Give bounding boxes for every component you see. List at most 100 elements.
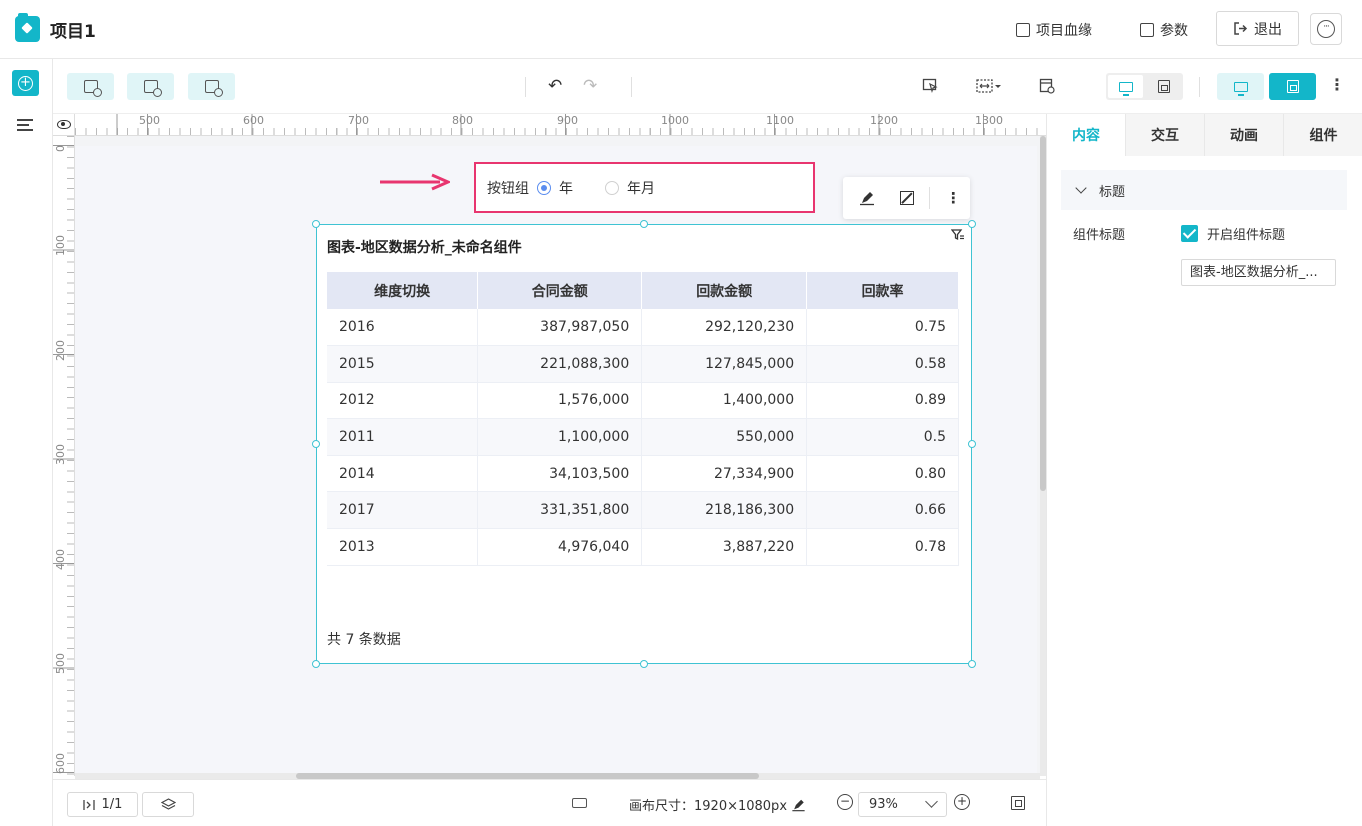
- add-table-icon: [204, 80, 223, 97]
- filter-icon[interactable]: [951, 229, 965, 241]
- data-table: 维度切换 合同金额 回款金额 回款率 2016 387,987,050 292,…: [327, 272, 959, 566]
- edit-widget-button[interactable]: [850, 181, 883, 215]
- radio-label: 年: [559, 180, 573, 197]
- tab-content[interactable]: 内容: [1047, 114, 1126, 156]
- redo-icon[interactable]: ↷: [583, 77, 597, 95]
- app-header: 项目1 项目血缘 参数 退出 ···: [0, 0, 1362, 59]
- ruler-tick-label: 500: [139, 114, 160, 127]
- title-input[interactable]: 图表-地区数据分析_...: [1181, 259, 1336, 286]
- select-cursor-icon[interactable]: [922, 78, 938, 94]
- radio-label: 年月: [627, 180, 655, 197]
- checkbox-checked-icon: [1181, 225, 1198, 242]
- add-chart-button[interactable]: [67, 73, 114, 100]
- exit-button[interactable]: 退出: [1216, 11, 1299, 46]
- resize-handle[interactable]: [312, 660, 320, 668]
- tab-animation[interactable]: 动画: [1205, 114, 1284, 156]
- align-distribute-icon[interactable]: [976, 79, 1002, 93]
- params-label: 参数: [1160, 23, 1188, 39]
- undo-icon[interactable]: ↶: [548, 77, 562, 95]
- fullscreen-button[interactable]: [890, 181, 923, 215]
- table-cell: 34,103,500: [477, 455, 643, 493]
- more-options-button[interactable]: ···: [1310, 13, 1342, 45]
- vertical-ruler: 0 100 200 300 400 500 600: [53, 136, 75, 776]
- table-cell: 387,987,050: [477, 309, 643, 347]
- preview-button[interactable]: [1217, 73, 1264, 100]
- tab-component[interactable]: 组件: [1284, 114, 1362, 156]
- radio-unchecked-icon: [605, 180, 619, 195]
- edit-brush-icon: [859, 192, 874, 206]
- toolbar-more-icon[interactable]: ⋮: [1329, 77, 1345, 93]
- radio-option-year-month[interactable]: 年月: [605, 178, 655, 198]
- plus-circle-icon: +: [18, 75, 33, 91]
- toolbar-divider: [525, 77, 526, 97]
- ruler-tick-label: 900: [557, 114, 578, 127]
- widget-floating-toolbar: ⋮: [843, 177, 970, 219]
- editor-toolbar: ↶ ↷ ⋮: [53, 59, 1362, 114]
- column-header[interactable]: 维度切换: [327, 272, 479, 309]
- table-cell: 2013: [327, 528, 479, 566]
- column-header[interactable]: 合同金额: [477, 272, 643, 309]
- table-cell: 0.80: [806, 455, 959, 493]
- column-header[interactable]: 回款金额: [641, 272, 808, 309]
- ruler-tick-label: 200: [54, 340, 67, 361]
- table-cell: 0.78: [806, 528, 959, 566]
- tab-interaction[interactable]: 交互: [1126, 114, 1205, 156]
- zoom-out-icon[interactable]: −: [837, 794, 853, 810]
- resize-handle[interactable]: [640, 220, 648, 228]
- zoom-in-icon[interactable]: +: [954, 794, 970, 810]
- mobile-view-button[interactable]: [1146, 75, 1181, 98]
- radio-checked-icon: [537, 180, 551, 195]
- row-count-text: 共 7 条数据: [327, 632, 401, 648]
- title-section-header[interactable]: 标题: [1061, 170, 1347, 210]
- resize-handle[interactable]: [640, 660, 648, 668]
- ruler-visibility-toggle[interactable]: [53, 114, 75, 136]
- table-cell: 4,976,040: [477, 528, 643, 566]
- exit-icon: [1234, 22, 1248, 35]
- outline-list-icon[interactable]: [17, 119, 33, 133]
- resize-handle[interactable]: [968, 440, 976, 448]
- table-row: 2012 1,576,000 1,400,000 0.89: [327, 382, 959, 420]
- add-table-button[interactable]: [188, 73, 235, 100]
- table-cell: 550,000: [641, 418, 808, 456]
- enable-title-checkbox[interactable]: 开启组件标题: [1181, 224, 1285, 243]
- edit-canvas-size-icon: [792, 799, 805, 811]
- add-filter-icon: [143, 80, 162, 97]
- table-widget[interactable]: 图表-地区数据分析_未命名组件 维度切换 合同金额 回款金额 回款率 2016 …: [312, 220, 976, 668]
- eye-icon: [56, 120, 71, 129]
- column-header[interactable]: 回款率: [806, 272, 959, 309]
- table-cell: 0.89: [806, 382, 959, 420]
- params-button[interactable]: 参数: [1140, 20, 1188, 40]
- table-cell: 2011: [327, 418, 479, 456]
- ruler-tick-label: 1000: [661, 114, 689, 127]
- table-cell: 2014: [327, 455, 479, 493]
- expand-icon: [900, 191, 915, 205]
- page-switch-button[interactable]: 1/1: [67, 792, 138, 817]
- horizontal-ruler: 500 600 700 800 900 1000 1100 1200 1300: [75, 114, 1046, 136]
- vertical-dots-icon: ⋮: [945, 189, 961, 207]
- resize-handle[interactable]: [968, 220, 976, 228]
- resize-handle[interactable]: [312, 440, 320, 448]
- project-lineage-button[interactable]: 项目血缘: [1016, 20, 1092, 40]
- ruler-tick-label: 1300: [975, 114, 1003, 127]
- widget-more-button[interactable]: ⋮: [937, 181, 970, 215]
- zoom-select[interactable]: 93%: [858, 792, 947, 817]
- radio-option-year[interactable]: 年: [537, 178, 573, 198]
- add-filter-button[interactable]: [127, 73, 174, 100]
- save-button[interactable]: [1269, 73, 1316, 100]
- canvas-size-display[interactable]: 画布尺寸：1920×1080px: [629, 795, 806, 814]
- ruler-tick-label: 600: [243, 114, 264, 127]
- desktop-view-button[interactable]: [1108, 75, 1143, 98]
- fit-screen-icon[interactable]: [1011, 796, 1025, 810]
- button-group-widget[interactable]: 按钮组 年 年月: [474, 162, 815, 213]
- resize-handle[interactable]: [312, 220, 320, 228]
- add-component-button[interactable]: +: [12, 70, 39, 96]
- table-cell: 0.66: [806, 491, 959, 530]
- resize-handle[interactable]: [968, 660, 976, 668]
- layers-button[interactable]: [142, 792, 194, 817]
- page-settings-icon[interactable]: [1039, 78, 1055, 94]
- annotation-arrow-icon: [380, 173, 450, 191]
- ruler-tick-label: 400: [54, 549, 67, 570]
- table-header-row: 维度切换 合同金额 回款金额 回款率: [327, 272, 959, 309]
- keyboard-icon[interactable]: [572, 798, 587, 808]
- table-cell: 0.5: [806, 418, 959, 456]
